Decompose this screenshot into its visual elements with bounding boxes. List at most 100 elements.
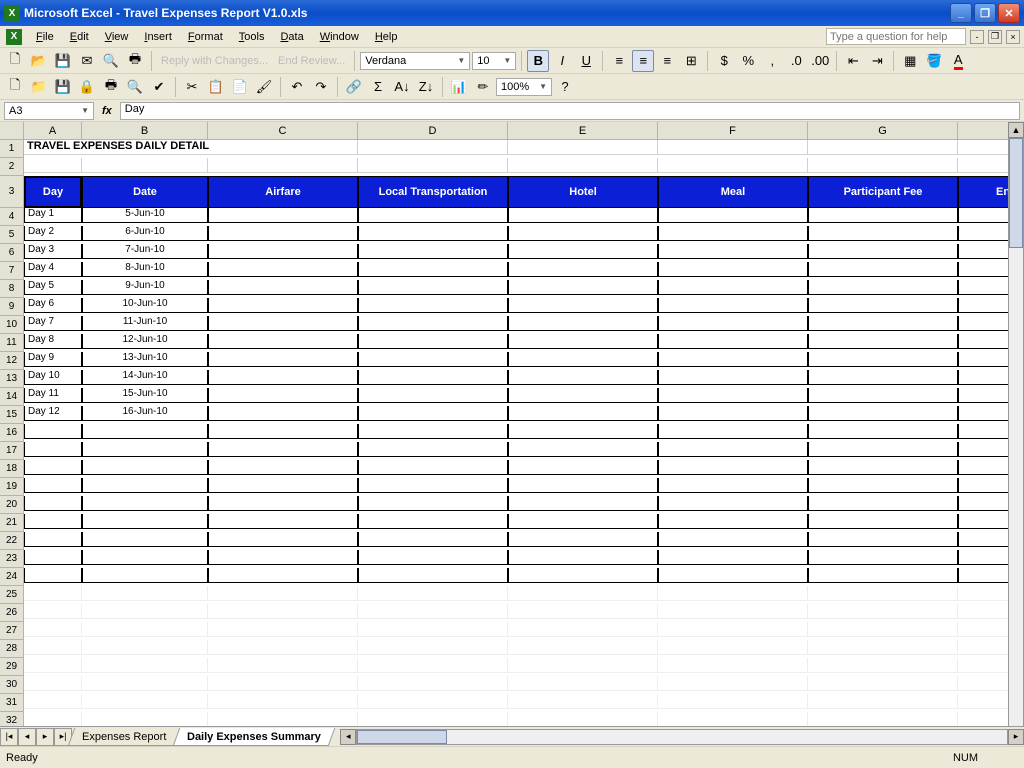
col-header-B[interactable]: B — [82, 122, 208, 140]
row-header-14[interactable]: 14 — [0, 388, 24, 406]
row-header-13[interactable]: 13 — [0, 370, 24, 388]
cell-empty[interactable] — [82, 460, 208, 475]
cell-empty[interactable] — [358, 460, 508, 475]
cell-blank[interactable] — [358, 586, 508, 601]
percent-icon[interactable]: % — [737, 50, 759, 72]
table-header[interactable]: Hotel — [508, 176, 658, 208]
row-header-1[interactable]: 1 — [0, 140, 24, 158]
cell-empty[interactable] — [208, 460, 358, 475]
cell-date[interactable]: 9-Jun-10 — [82, 280, 208, 295]
close-button[interactable]: ✕ — [998, 3, 1020, 23]
menu-data[interactable]: Data — [272, 29, 311, 45]
cell-blank[interactable] — [82, 640, 208, 655]
cell-blank[interactable] — [82, 622, 208, 637]
preview-icon[interactable]: 🔍 — [124, 76, 146, 98]
row-header-31[interactable]: 31 — [0, 694, 24, 712]
search-icon[interactable]: 🔍 — [100, 50, 122, 72]
cell-empty[interactable] — [358, 478, 508, 493]
cell-blank[interactable] — [208, 158, 358, 173]
col-header-E[interactable]: E — [508, 122, 658, 140]
zoom-select[interactable]: 100%▼ — [496, 78, 552, 96]
cell-empty[interactable] — [358, 568, 508, 583]
cell-empty[interactable] — [24, 478, 82, 493]
cell-empty[interactable] — [358, 298, 508, 313]
fx-icon[interactable]: fx — [98, 105, 116, 117]
cell-empty[interactable] — [658, 352, 808, 367]
borders-icon[interactable]: ▦ — [899, 50, 921, 72]
cell-empty[interactable] — [508, 226, 658, 241]
permission-icon[interactable]: 🔒 — [76, 76, 98, 98]
cell-empty[interactable] — [208, 496, 358, 511]
open2-icon[interactable]: 📁 — [28, 76, 50, 98]
cell-empty[interactable] — [358, 388, 508, 403]
row-header-16[interactable]: 16 — [0, 424, 24, 442]
cell-empty[interactable] — [808, 460, 958, 475]
cell-blank[interactable] — [508, 712, 658, 727]
row-header-7[interactable]: 7 — [0, 262, 24, 280]
row-header-25[interactable]: 25 — [0, 586, 24, 604]
row-header-21[interactable]: 21 — [0, 514, 24, 532]
menu-format[interactable]: Format — [180, 29, 231, 45]
vertical-scrollbar[interactable]: ▲ ▼ — [1008, 122, 1024, 762]
cell-date[interactable]: 7-Jun-10 — [82, 244, 208, 259]
cell-empty[interactable] — [208, 244, 358, 259]
cell-empty[interactable] — [808, 550, 958, 565]
cell-empty[interactable] — [208, 550, 358, 565]
report-title[interactable]: TRAVEL EXPENSES DAILY DETAIL — [24, 140, 358, 155]
cell-blank[interactable] — [658, 712, 808, 727]
tab-nav-first[interactable]: |◂ — [0, 728, 18, 746]
cell-blank[interactable] — [808, 158, 958, 173]
cell-blank[interactable] — [808, 604, 958, 619]
menu-file[interactable]: File — [28, 29, 62, 45]
table-header[interactable]: Meal — [658, 176, 808, 208]
cell-blank[interactable] — [658, 140, 808, 155]
row-header-24[interactable]: 24 — [0, 568, 24, 586]
scroll-left-button[interactable]: ◂ — [340, 729, 356, 745]
col-header-A[interactable]: A — [24, 122, 82, 140]
font-size-select[interactable]: 10▼ — [472, 52, 516, 70]
cell-empty[interactable] — [808, 262, 958, 277]
cell-blank[interactable] — [82, 676, 208, 691]
cell-date[interactable]: 11-Jun-10 — [82, 316, 208, 331]
align-right-icon[interactable]: ≡ — [656, 50, 678, 72]
cell-empty[interactable] — [658, 262, 808, 277]
underline-icon[interactable]: U — [575, 50, 597, 72]
row-header-27[interactable]: 27 — [0, 622, 24, 640]
cell-blank[interactable] — [508, 694, 658, 709]
print2-icon[interactable]: 🖶 — [100, 76, 122, 98]
cell-empty[interactable] — [82, 532, 208, 547]
cell-blank[interactable] — [808, 712, 958, 727]
cell-empty[interactable] — [808, 478, 958, 493]
cell-date[interactable]: 15-Jun-10 — [82, 388, 208, 403]
cell-empty[interactable] — [658, 514, 808, 529]
cell-empty[interactable] — [808, 406, 958, 421]
cell-blank[interactable] — [208, 604, 358, 619]
cell-empty[interactable] — [808, 370, 958, 385]
cell-blank[interactable] — [808, 694, 958, 709]
cell-empty[interactable] — [658, 370, 808, 385]
cell-empty[interactable] — [658, 388, 808, 403]
cell-empty[interactable] — [358, 316, 508, 331]
cell-day[interactable]: Day 12 — [24, 406, 82, 421]
cell-empty[interactable] — [658, 226, 808, 241]
cell-empty[interactable] — [358, 550, 508, 565]
cell-blank[interactable] — [508, 622, 658, 637]
cell-empty[interactable] — [658, 478, 808, 493]
cell-blank[interactable] — [508, 158, 658, 173]
cell-empty[interactable] — [808, 298, 958, 313]
cut-icon[interactable]: ✂ — [181, 76, 203, 98]
minimize-button[interactable]: _ — [950, 3, 972, 23]
cell-empty[interactable] — [208, 262, 358, 277]
cell-blank[interactable] — [24, 622, 82, 637]
menu-tools[interactable]: Tools — [231, 29, 273, 45]
row-header-8[interactable]: 8 — [0, 280, 24, 298]
cell-empty[interactable] — [808, 388, 958, 403]
table-header[interactable]: Date — [82, 176, 208, 208]
cell-empty[interactable] — [358, 370, 508, 385]
name-box[interactable]: A3▼ — [4, 102, 94, 120]
cell-empty[interactable] — [508, 316, 658, 331]
cell-empty[interactable] — [808, 424, 958, 439]
cell-empty[interactable] — [508, 280, 658, 295]
row-header-11[interactable]: 11 — [0, 334, 24, 352]
cell-empty[interactable] — [808, 514, 958, 529]
